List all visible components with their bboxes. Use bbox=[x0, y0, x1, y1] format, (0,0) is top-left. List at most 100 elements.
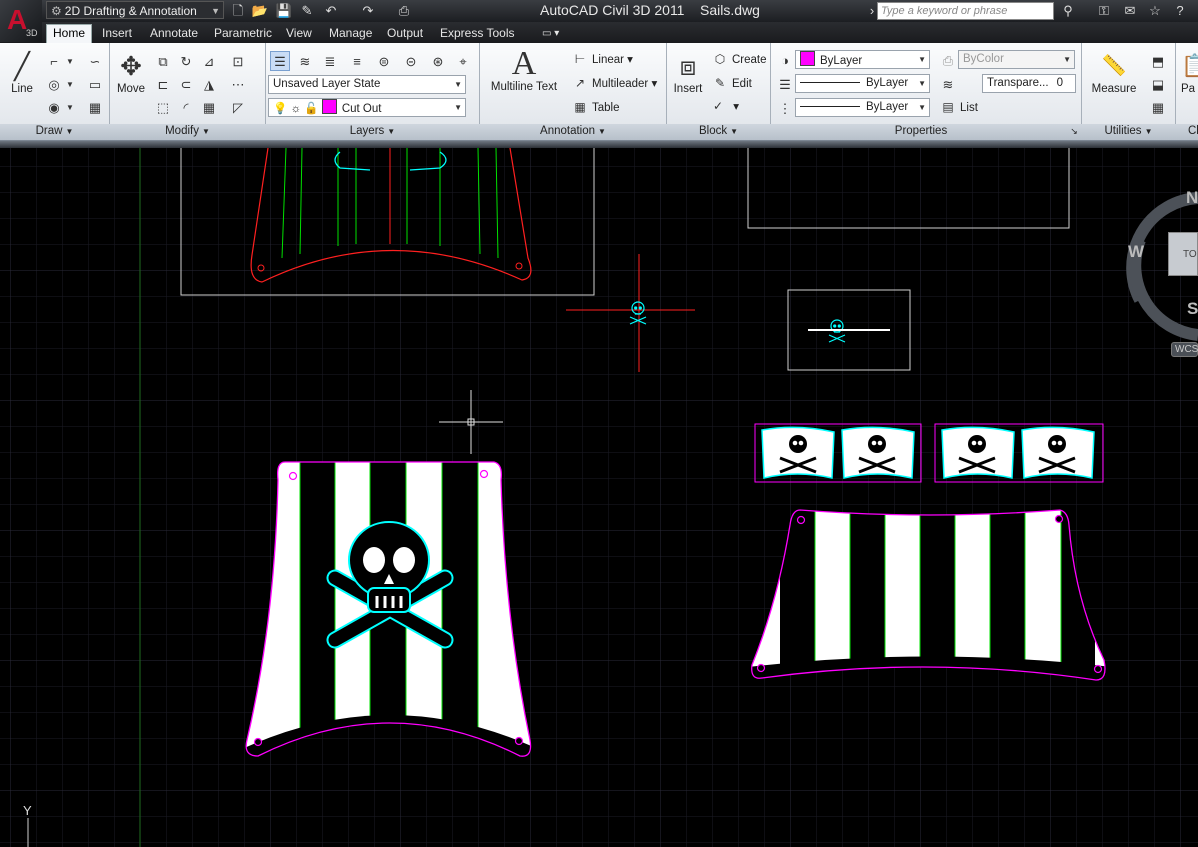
undo-icon[interactable]: ↶ bbox=[322, 2, 340, 19]
quick-select-icon[interactable]: ⬒ bbox=[1148, 51, 1168, 71]
panel-block-title[interactable]: Block ▼ bbox=[667, 124, 770, 140]
tab-express-tools[interactable]: Express Tools bbox=[434, 25, 520, 43]
paste-button[interactable]: 📋 Pa bbox=[1181, 49, 1198, 95]
search-input[interactable]: Type a keyword or phrase bbox=[877, 2, 1054, 20]
rectangle-icon[interactable]: ▭ bbox=[85, 74, 105, 94]
ribbon-minimize-icon[interactable]: ▭ ▾ bbox=[536, 25, 565, 43]
binoculars-icon[interactable]: ⚲ bbox=[1058, 2, 1078, 20]
tab-view[interactable]: View bbox=[280, 25, 318, 43]
chevron-down-icon[interactable]: ▼ bbox=[64, 97, 76, 117]
layer-name: Cut Out bbox=[341, 103, 382, 115]
multiline-text-button[interactable]: A Multiline Text bbox=[486, 47, 562, 94]
redo-icon[interactable]: ↷ bbox=[359, 2, 377, 19]
layer-state-dropdown[interactable]: Unsaved Layer State ▼ bbox=[268, 75, 466, 94]
list-button[interactable]: ▤ List bbox=[940, 98, 978, 116]
transparency-icon[interactable]: ≋ bbox=[938, 74, 958, 94]
tab-home[interactable]: Home bbox=[46, 24, 93, 43]
panel-properties-title[interactable]: Properties bbox=[771, 124, 1071, 140]
subscription-key-icon[interactable]: ⚿ bbox=[1094, 2, 1114, 20]
communication-icon[interactable]: ✉ bbox=[1120, 2, 1140, 20]
multileader-button[interactable]: ↗ Multileader ▾ bbox=[572, 74, 657, 92]
panel-layers-title[interactable]: Layers ▼ bbox=[266, 124, 479, 140]
tab-annotate[interactable]: Annotate bbox=[144, 25, 204, 43]
select-similar-icon[interactable]: ⬓ bbox=[1148, 74, 1168, 94]
chevron-down-icon[interactable]: ▼ bbox=[64, 51, 76, 71]
help-icon[interactable]: ? bbox=[1170, 2, 1190, 20]
viewcube-west[interactable]: W bbox=[1128, 242, 1144, 262]
layer-freeze-icon[interactable]: ⊝ bbox=[401, 51, 421, 71]
transparency-field[interactable]: Transpare... 0 bbox=[982, 74, 1076, 93]
layer-off-icon[interactable]: ⊜ bbox=[374, 51, 394, 71]
linear-dimension-button[interactable]: ⊢ Linear ▾ bbox=[572, 50, 633, 68]
panel-utilities-title[interactable]: Utilities ▼ bbox=[1082, 124, 1175, 140]
panel-modify-title[interactable]: Modify ▼ bbox=[110, 124, 265, 140]
layer-dropdown[interactable]: 💡 ☼ 🔓 Cut Out ▼ bbox=[268, 98, 466, 117]
break-icon[interactable]: ⋯ bbox=[228, 74, 248, 94]
tab-parametric[interactable]: Parametric bbox=[208, 25, 278, 43]
attribute-button[interactable]: ✓ ▾ bbox=[710, 97, 739, 115]
tab-output[interactable]: Output bbox=[381, 25, 429, 43]
trim-icon[interactable]: ⊿ bbox=[199, 51, 219, 71]
layer-unisolate-icon[interactable]: ≡ bbox=[347, 51, 367, 71]
polyline-icon[interactable]: ⌐ bbox=[44, 51, 64, 71]
save-as-icon[interactable]: ✎ bbox=[298, 2, 316, 19]
properties-dialog-launcher-icon[interactable]: ↘ bbox=[1068, 124, 1080, 140]
edit-block-button[interactable]: ✎ Edit bbox=[712, 74, 752, 92]
rotate-icon[interactable]: ↻ bbox=[176, 51, 196, 71]
transparency-label: Transpare... bbox=[987, 77, 1049, 89]
plot-icon[interactable]: ⎙ bbox=[395, 2, 413, 19]
table-button[interactable]: ▦ Table bbox=[572, 98, 619, 116]
lineweight-dropdown[interactable]: ByLayer ▼ bbox=[795, 74, 930, 93]
panel-annotation-title[interactable]: Annotation ▼ bbox=[480, 124, 666, 140]
erase-icon[interactable]: ⊡ bbox=[228, 51, 248, 71]
copy-icon[interactable]: ⧉ bbox=[153, 51, 173, 71]
layer-properties-icon[interactable]: ☰ bbox=[270, 51, 290, 71]
scale-icon[interactable]: ⬚ bbox=[153, 97, 173, 117]
hatch-icon[interactable]: ▦ bbox=[85, 97, 105, 117]
drawing-canvas[interactable] bbox=[0, 148, 1198, 847]
viewcube-north[interactable]: N bbox=[1186, 188, 1198, 208]
mirror-icon[interactable]: ◮ bbox=[199, 74, 219, 94]
spline-icon[interactable]: ∽ bbox=[85, 51, 105, 71]
workspace-dropdown[interactable]: ⚙ 2D Drafting & Annotation ▼ bbox=[46, 1, 224, 19]
chamfer-icon[interactable]: ◸ bbox=[228, 97, 248, 117]
viewcube-top-face[interactable]: TO bbox=[1168, 232, 1198, 276]
calculator-icon[interactable]: ▦ bbox=[1148, 97, 1168, 117]
offset-icon[interactable]: ⊂ bbox=[176, 74, 196, 94]
array-icon[interactable]: ▦ bbox=[199, 97, 219, 117]
color-dropdown[interactable]: ByLayer ▼ bbox=[795, 50, 930, 69]
chevron-down-icon: ▼ bbox=[454, 80, 462, 89]
save-icon[interactable]: 💾 bbox=[275, 2, 293, 19]
ellipse-icon[interactable]: ◉ bbox=[44, 97, 64, 117]
viewcube-south[interactable]: S bbox=[1187, 299, 1198, 319]
layer-states-icon[interactable]: ≋ bbox=[295, 51, 315, 71]
fillet-icon[interactable]: ◜ bbox=[176, 97, 196, 117]
tab-insert[interactable]: Insert bbox=[96, 25, 138, 43]
move-button[interactable]: ✥ Move bbox=[113, 49, 149, 95]
lineweight-icon[interactable]: ☰ bbox=[775, 74, 795, 94]
stretch-icon[interactable]: ⊏ bbox=[153, 74, 173, 94]
layer-match-icon[interactable]: ⊛ bbox=[428, 51, 448, 71]
create-block-button[interactable]: ⬡ Create bbox=[712, 50, 767, 68]
chevron-down-icon[interactable]: ▼ bbox=[64, 74, 76, 94]
panel-draw-title[interactable]: Draw ▼ bbox=[0, 124, 109, 140]
new-file-icon[interactable]: 🗋 bbox=[229, 2, 247, 19]
layer-walk-icon[interactable]: ⌖ bbox=[453, 51, 473, 71]
app-logo-icon: A bbox=[7, 4, 28, 35]
insert-block-button[interactable]: ⧈ Insert bbox=[670, 49, 706, 95]
panel-clipboard-title[interactable]: Cl bbox=[1176, 124, 1198, 140]
match-properties-icon[interactable]: ◑ bbox=[775, 50, 795, 70]
linetype-dropdown[interactable]: ByLayer ▼ bbox=[795, 98, 930, 117]
tab-manage[interactable]: Manage bbox=[323, 25, 378, 43]
circle-icon[interactable]: ◎ bbox=[44, 74, 64, 94]
open-folder-icon[interactable]: 📂 bbox=[251, 2, 269, 19]
wcs-menu-button[interactable]: WCS bbox=[1171, 342, 1198, 357]
sail-main-skull[interactable] bbox=[240, 455, 540, 765]
sail-right-striped[interactable] bbox=[740, 500, 1120, 690]
linetype-icon[interactable]: ⋮ bbox=[775, 98, 795, 118]
layer-isolate-icon[interactable]: ≣ bbox=[320, 51, 340, 71]
favorites-star-icon[interactable]: ☆ bbox=[1145, 2, 1165, 20]
line-button[interactable]: ╱ Line bbox=[5, 49, 39, 95]
application-menu-button[interactable]: A 3D bbox=[0, 0, 42, 42]
measure-button[interactable]: 📏 Measure bbox=[1090, 49, 1138, 95]
